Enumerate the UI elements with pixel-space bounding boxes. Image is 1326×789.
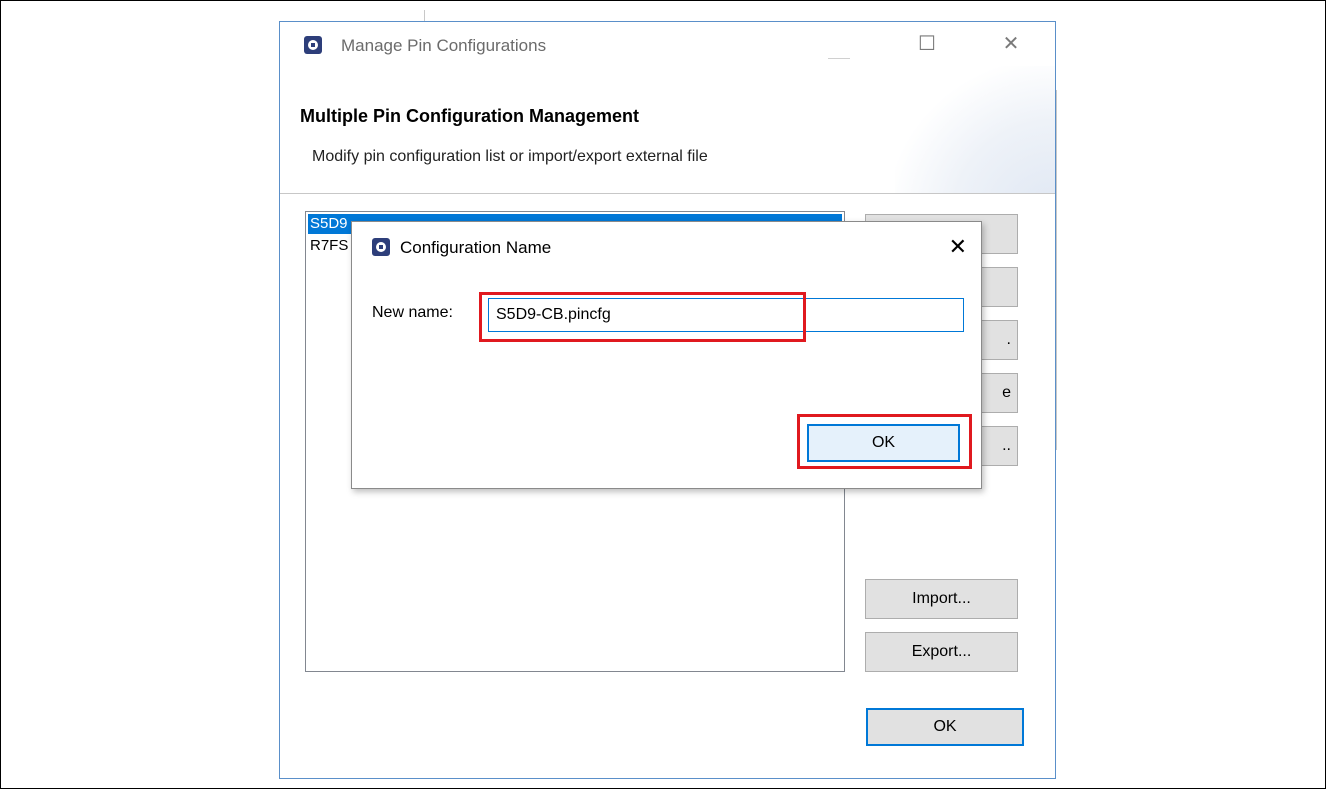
ok-button[interactable]: OK	[866, 708, 1024, 746]
minimize-icon	[828, 58, 850, 59]
dialog-title: Manage Pin Configurations	[341, 36, 547, 55]
highlight-name-input	[479, 292, 806, 342]
dialog-titlebar: Manage Pin Configurations ☐ ✕	[280, 22, 1055, 66]
import-button[interactable]: Import...	[865, 579, 1018, 619]
close-button[interactable]: ✕	[949, 234, 967, 260]
app-icon	[304, 36, 322, 54]
dialog-title: Configuration Name	[400, 238, 552, 257]
banner-decoration	[895, 66, 1055, 193]
banner-separator	[280, 193, 1055, 194]
banner-title: Multiple Pin Configuration Management	[300, 106, 639, 126]
background-window-edge	[424, 10, 425, 21]
close-button[interactable]: ✕	[996, 32, 1026, 56]
list-item[interactable]: R7FS	[308, 236, 348, 256]
highlight-ok-button	[797, 414, 972, 469]
banner-subtitle: Modify pin configuration list or import/…	[312, 148, 708, 165]
export-button[interactable]: Export...	[865, 632, 1018, 672]
app-icon	[372, 238, 390, 256]
new-name-label: New name:	[372, 304, 453, 321]
maximize-button[interactable]: ☐	[912, 32, 942, 56]
